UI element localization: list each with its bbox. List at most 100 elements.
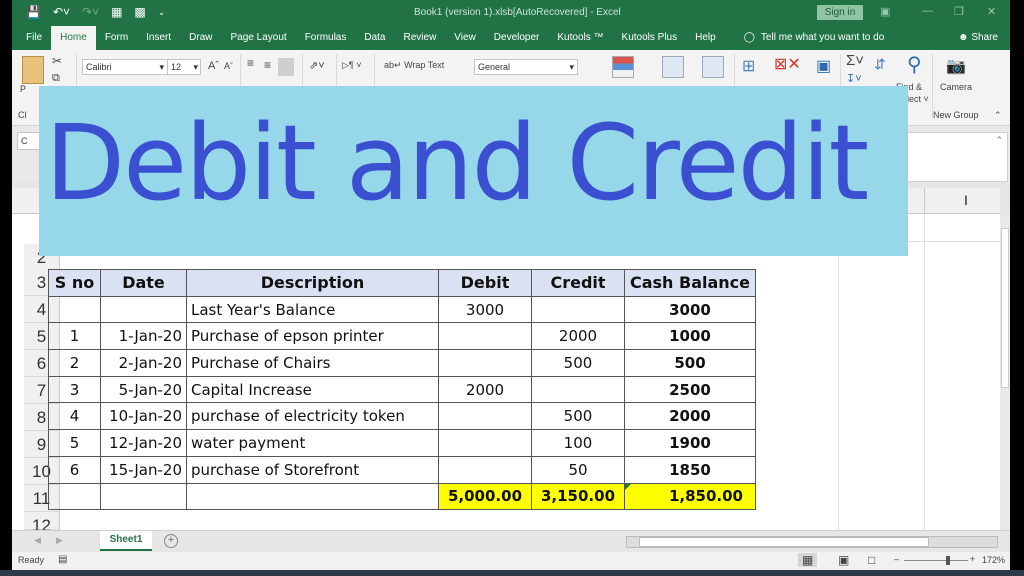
cell-debit[interactable]: 2000 [438, 375, 532, 404]
cell-debit[interactable] [438, 322, 532, 351]
add-sheet-button[interactable]: + [164, 534, 178, 548]
total-debit[interactable]: 5,000.00 [438, 482, 532, 511]
header-date[interactable]: Date [100, 269, 187, 297]
undo-icon[interactable]: ↶˅ [53, 5, 70, 19]
zoom-in-button[interactable]: + [970, 554, 975, 564]
zoom-level[interactable]: 172% [982, 555, 1005, 565]
header-sno[interactable]: S no [48, 269, 101, 297]
formula-input[interactable]: ⌃ [892, 132, 1008, 182]
customize-qat-icon[interactable]: ⌄ [158, 5, 166, 19]
sign-in-button[interactable]: Sign in [817, 5, 863, 20]
text-direction-icon[interactable]: ▷¶ ˅ [342, 60, 362, 71]
cell-desc[interactable]: Last Year's Balance [186, 295, 439, 324]
format-as-table-icon[interactable] [662, 56, 684, 78]
save-icon[interactable]: 💾 [26, 5, 41, 19]
cell-credit[interactable] [531, 295, 625, 324]
cell-credit[interactable]: 2000 [531, 322, 625, 351]
orientation-icon[interactable]: ⇗˅ [309, 59, 325, 72]
sort-filter-icon[interactable]: ⇵ [874, 56, 886, 73]
cell-balance[interactable]: 2500 [624, 375, 756, 404]
horizontal-scrollbar[interactable] [626, 536, 998, 548]
share-button[interactable]: ☻ Share [958, 26, 998, 50]
screen-icon[interactable]: ▩ [134, 5, 145, 19]
tab-form[interactable]: Form [96, 26, 137, 50]
tab-view[interactable]: View [445, 26, 485, 50]
tab-file[interactable]: File [12, 26, 51, 50]
form-icon[interactable]: ▦ [111, 5, 122, 19]
expand-formula-icon[interactable]: ⌃ [995, 135, 1003, 146]
header-credit[interactable]: Credit [531, 269, 625, 297]
cell-date[interactable]: 5-Jan-20 [100, 375, 187, 404]
cell-credit[interactable]: 100 [531, 429, 625, 457]
cell-desc[interactable]: Capital Increase [186, 375, 439, 404]
grow-font-icon[interactable]: Aˆ [208, 60, 219, 72]
cut-icon[interactable]: ✂ [52, 54, 62, 68]
find-icon[interactable]: ⚲ [907, 52, 922, 77]
horizontal-scroll-thumb[interactable] [639, 537, 929, 547]
tell-me-search[interactable]: ◯ Tell me what you want to do [735, 26, 894, 50]
autosum-icon[interactable]: Σ˅ [846, 52, 864, 69]
cell-debit[interactable] [438, 402, 532, 431]
page-layout-view-icon[interactable]: ▣ [838, 553, 849, 567]
cell-sno[interactable]: 5 [48, 429, 101, 457]
tab-formulas[interactable]: Formulas [296, 26, 356, 50]
vertical-scroll-thumb[interactable] [1001, 228, 1009, 388]
align-middle-icon[interactable]: ≡ [264, 58, 271, 72]
tab-developer[interactable]: Developer [485, 26, 549, 50]
tab-insert[interactable]: Insert [137, 26, 180, 50]
cell-credit[interactable]: 500 [531, 349, 625, 377]
cell-sno[interactable] [48, 295, 101, 324]
row-header[interactable]: 12 [24, 512, 60, 535]
header-cash-balance[interactable]: Cash Balance [624, 269, 756, 297]
header-description[interactable]: Description [186, 269, 439, 297]
cell[interactable] [100, 482, 187, 511]
paste-icon[interactable] [22, 56, 44, 84]
cell[interactable] [186, 482, 439, 511]
header-debit[interactable]: Debit [438, 269, 532, 297]
cell-balance[interactable]: 1000 [624, 322, 756, 351]
cell-credit[interactable]: 50 [531, 455, 625, 484]
cell-date[interactable]: 15-Jan-20 [100, 455, 187, 484]
font-size-select[interactable]: 12 ▾ [167, 59, 201, 75]
cell-desc[interactable]: purchase of electricity token [186, 402, 439, 431]
cell-desc[interactable]: water payment [186, 429, 439, 457]
align-bottom-icon[interactable] [278, 58, 294, 76]
prev-sheet-icon[interactable]: ◀ [34, 535, 41, 546]
font-name-select[interactable]: Calibri ▾ [82, 59, 168, 75]
cell-sno[interactable]: 3 [48, 375, 101, 404]
delete-cells-icon[interactable]: ⊠✕ [774, 54, 801, 74]
ribbon-display-icon[interactable]: ▣ [880, 5, 890, 18]
camera-icon[interactable]: 📷 [946, 56, 966, 76]
cell-balance[interactable]: 500 [624, 349, 756, 377]
vertical-scrollbar[interactable] [1000, 214, 1010, 530]
zoom-out-button[interactable]: – [894, 554, 899, 564]
cell-balance[interactable]: 2000 [624, 402, 756, 431]
cell-date[interactable]: 10-Jan-20 [100, 402, 187, 431]
format-cells-icon[interactable]: ▣ [816, 56, 831, 76]
number-format-select[interactable]: General ▾ [474, 59, 578, 75]
cell-desc[interactable]: Purchase of Chairs [186, 349, 439, 377]
tab-home[interactable]: Home [51, 26, 96, 50]
zoom-slider-thumb[interactable] [946, 556, 950, 565]
tab-draw[interactable]: Draw [180, 26, 221, 50]
cell-debit[interactable]: 3000 [438, 295, 532, 324]
conditional-formatting-icon[interactable] [612, 56, 634, 78]
cell-date[interactable] [100, 295, 187, 324]
restore-icon[interactable]: ❐ [954, 5, 964, 18]
tab-page-layout[interactable]: Page Layout [222, 26, 296, 50]
tab-review[interactable]: Review [395, 26, 446, 50]
next-sheet-icon[interactable]: ▶ [56, 535, 63, 546]
cell-date[interactable]: 2-Jan-20 [100, 349, 187, 377]
cell-desc[interactable]: Purchase of epson printer [186, 322, 439, 351]
total-balance[interactable]: 1,850.00 [624, 482, 756, 511]
sheet-tab-sheet1[interactable]: Sheet1 [100, 531, 152, 551]
macro-record-icon[interactable]: ▤ [58, 554, 67, 565]
cell-credit[interactable]: 500 [531, 402, 625, 431]
cell-debit[interactable] [438, 349, 532, 377]
cell-credit[interactable] [531, 375, 625, 404]
wrap-text-button[interactable]: ab↵ Wrap Text [384, 60, 444, 71]
cell-date[interactable]: 1-Jan-20 [100, 322, 187, 351]
camera-label[interactable]: Camera [940, 82, 972, 92]
cell-balance[interactable]: 1850 [624, 455, 756, 484]
fill-icon[interactable]: ↧˅ [846, 72, 862, 85]
